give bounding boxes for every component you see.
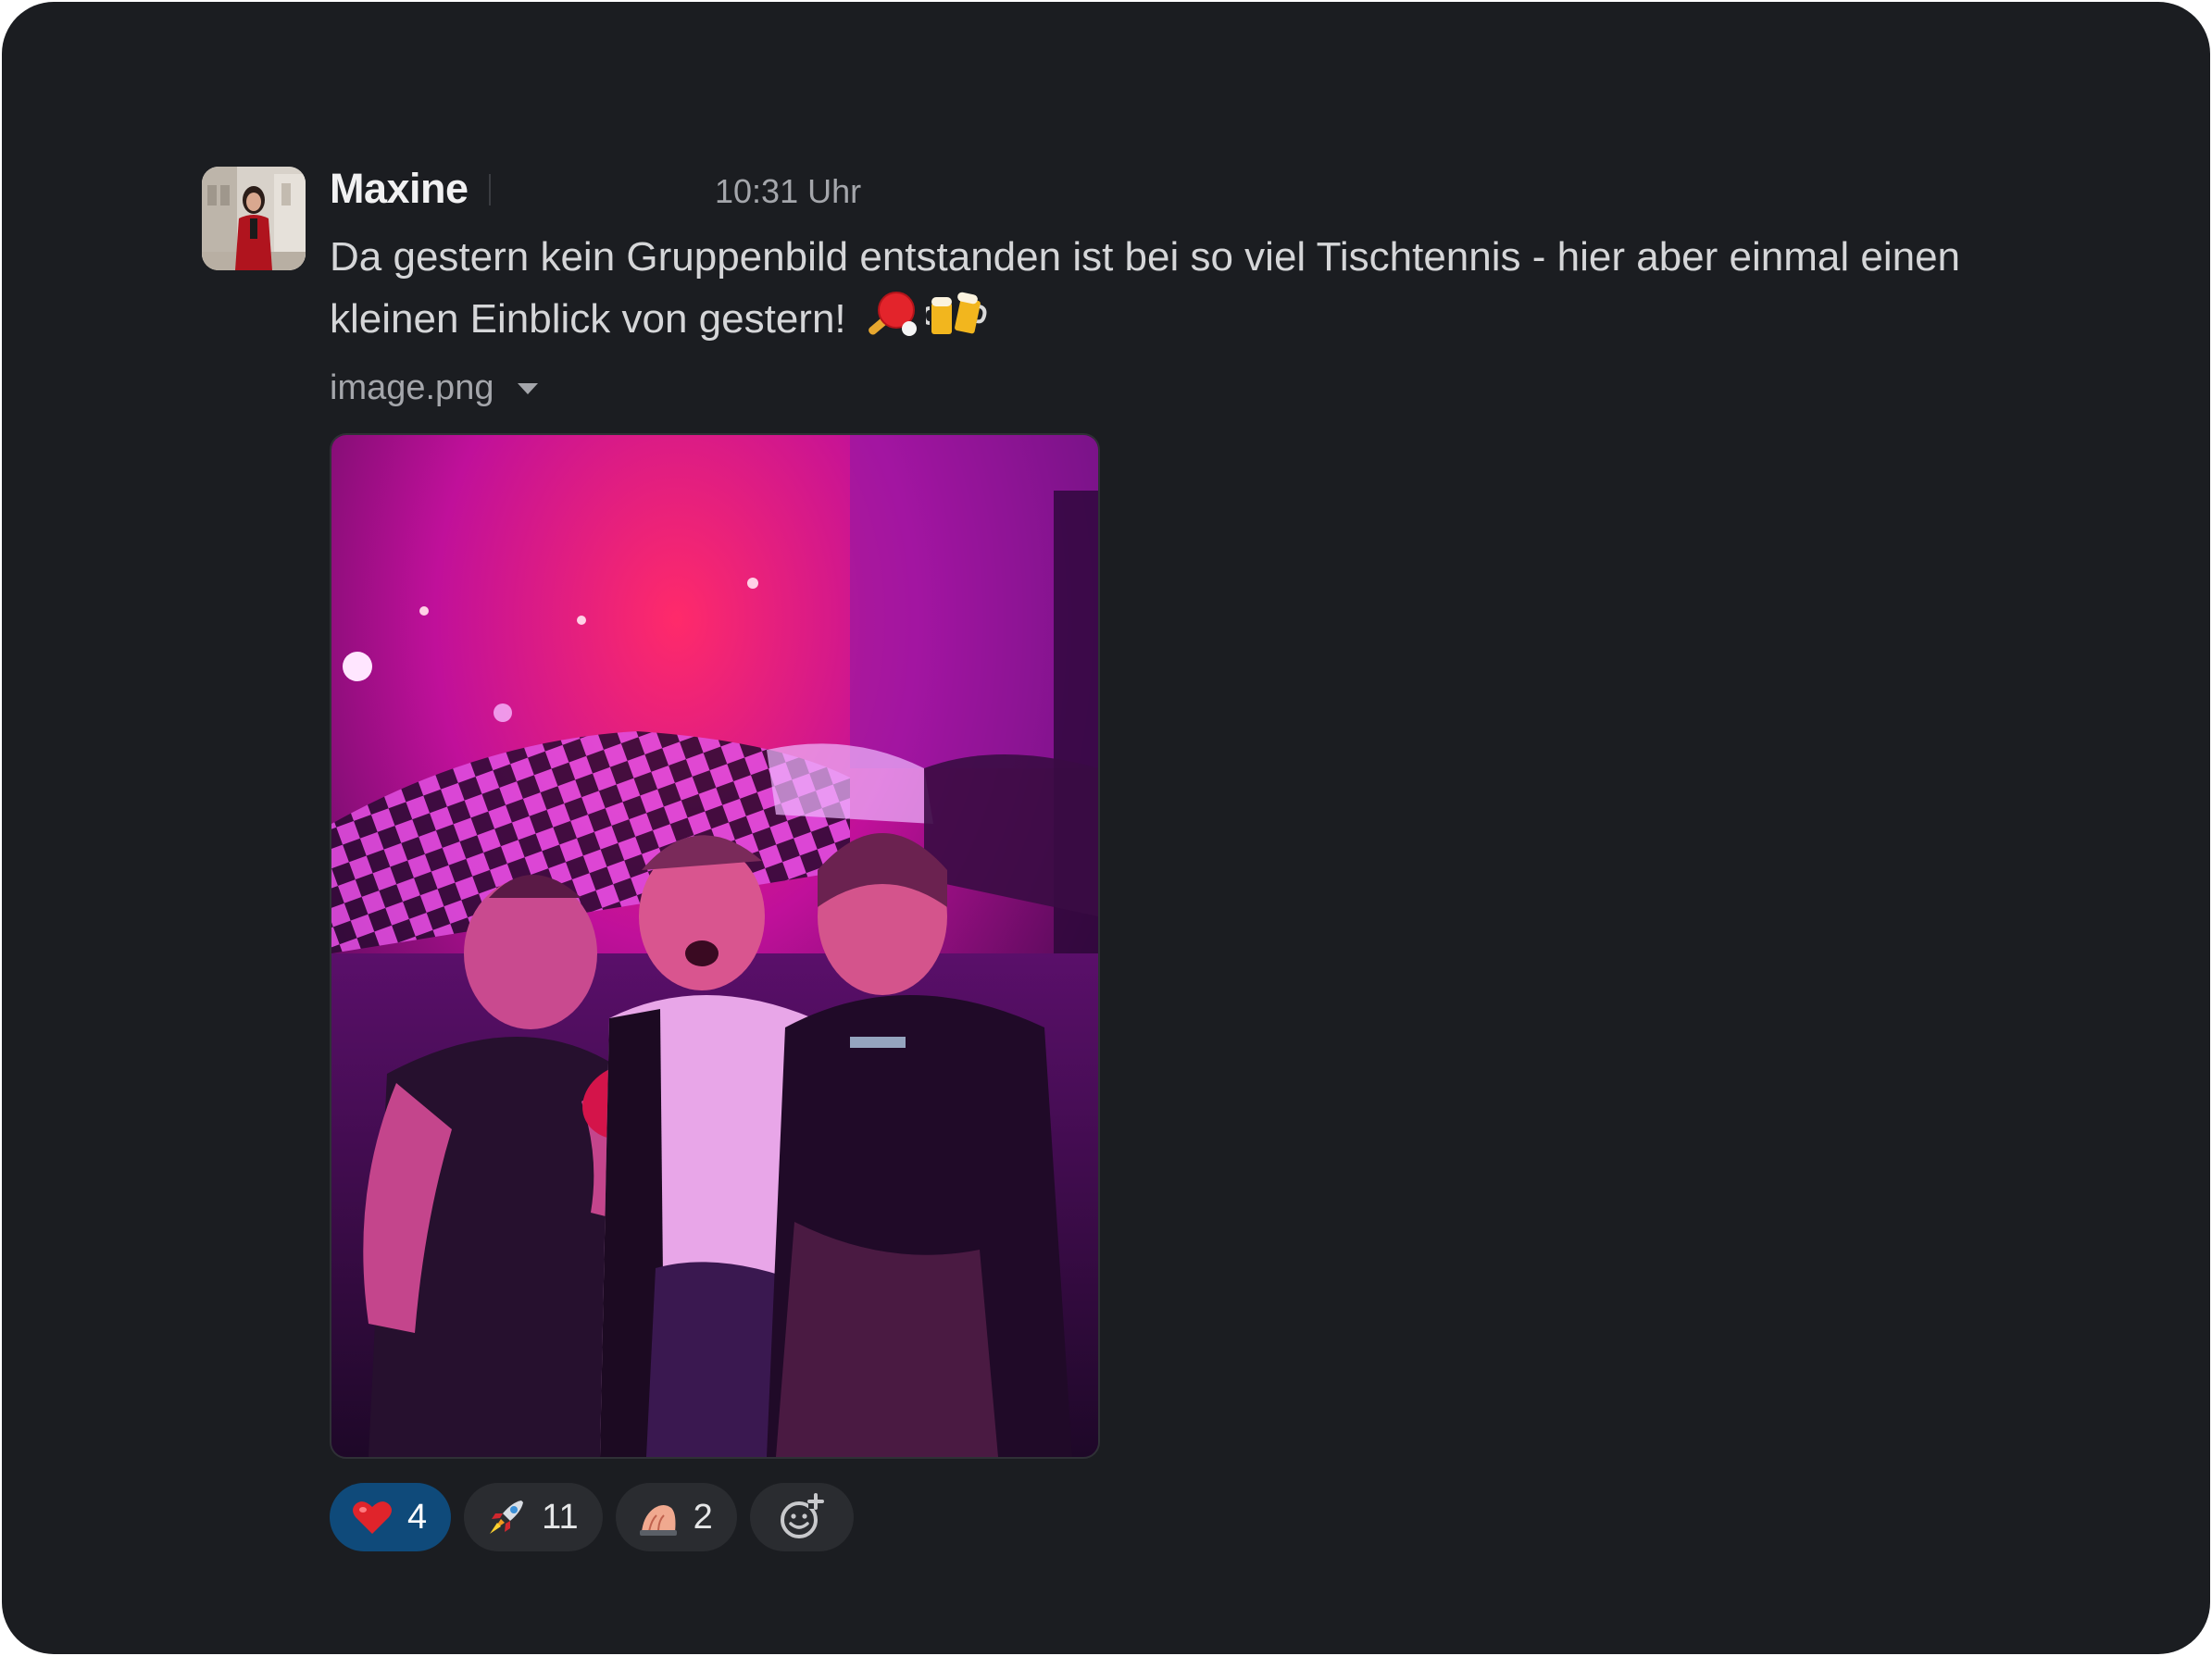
app-window: Maxine 10:31 Uhr Da gestern kein Gruppen… [2, 2, 2210, 1654]
reaction-count: 2 [693, 1497, 713, 1537]
header-divider [489, 174, 491, 205]
attachment-filename-toggle[interactable]: image.png [330, 368, 539, 408]
reaction-heart[interactable]: 4 [330, 1483, 452, 1551]
reaction-rocket[interactable]: 11 [464, 1483, 603, 1551]
reactions-bar: 4 11 2 [330, 1483, 854, 1551]
attachment-filename: image.png [330, 368, 494, 407]
message-header: Maxine 10:31 Uhr [330, 165, 2089, 222]
message-body: Da gestern kein Gruppenbild entstanden i… [330, 234, 1961, 342]
message-content: Maxine 10:31 Uhr Da gestern kein Gruppen… [330, 165, 2089, 1551]
reaction-hand[interactable]: 2 [615, 1483, 737, 1551]
avatar-photo [202, 167, 306, 270]
hand-reaching-icon [639, 1505, 677, 1536]
rocket-icon [490, 1500, 524, 1534]
avatar[interactable] [202, 167, 306, 270]
message-text: Da gestern kein Gruppenbild entstanden i… [330, 226, 2070, 350]
timestamp[interactable]: 10:31 Uhr [715, 172, 861, 211]
reaction-count: 4 [407, 1497, 428, 1537]
beer-mugs-icon [925, 292, 987, 334]
author-name[interactable]: Maxine [330, 165, 469, 213]
ping-pong-icon [868, 292, 917, 336]
group-photo [331, 435, 1098, 1457]
red-heart-icon [353, 1501, 392, 1534]
add-emoji-icon [780, 1493, 824, 1538]
image-attachment[interactable] [330, 433, 1100, 1459]
reaction-count: 11 [542, 1497, 579, 1537]
chevron-down-icon [518, 382, 539, 394]
add-reaction-button[interactable] [749, 1483, 854, 1551]
